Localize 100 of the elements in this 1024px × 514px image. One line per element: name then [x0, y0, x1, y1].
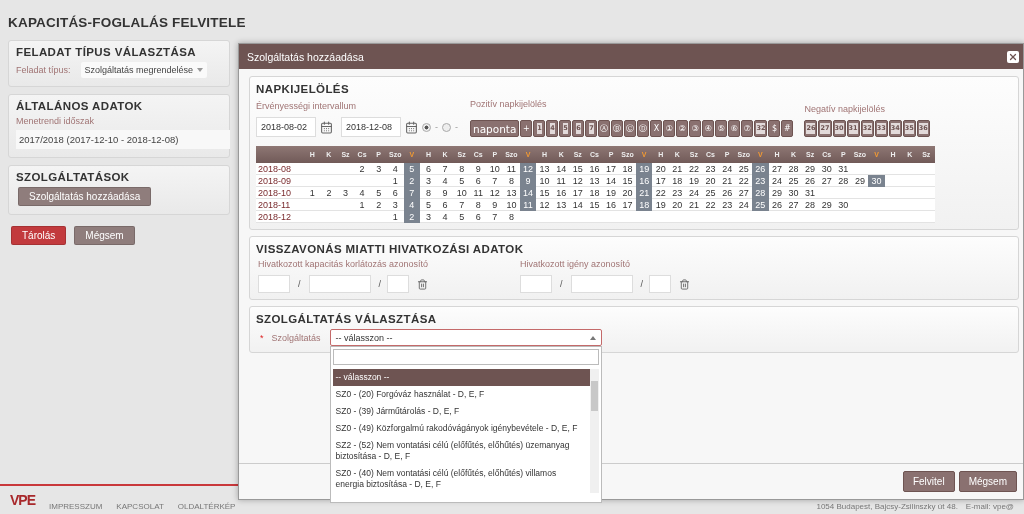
calendar-day[interactable]: 6 [420, 163, 437, 175]
day-marking-button[interactable]: ⑥ [728, 120, 741, 137]
dropdown-option[interactable]: -- válasszon -- [332, 369, 590, 386]
input-field[interactable] [308, 275, 371, 293]
calendar-day[interactable]: 4 [436, 175, 454, 187]
calendar-day[interactable]: 23 [752, 175, 769, 187]
calendar-day[interactable]: 23 [702, 163, 719, 175]
calendar-day[interactable]: 26 [801, 175, 819, 187]
calendar-day[interactable]: 18 [619, 163, 636, 175]
calendar-icon[interactable] [405, 120, 418, 134]
calendar-day[interactable]: 28 [835, 175, 852, 187]
day-marking-button[interactable]: + [520, 120, 533, 137]
calendar-day[interactable]: 21 [635, 187, 653, 199]
calendar-day[interactable]: 30 [868, 175, 885, 187]
day-marking-button[interactable]: Ⓐ [598, 120, 611, 137]
calendar-day[interactable]: 19 [685, 175, 703, 187]
calendar-day[interactable]: 6 [436, 199, 454, 211]
calendar-day[interactable]: 9 [469, 163, 487, 175]
scrollbar[interactable] [589, 369, 599, 493]
calendar-day[interactable]: 12 [519, 163, 537, 175]
calendar-day[interactable]: 21 [718, 175, 736, 187]
calendar-day[interactable]: 15 [586, 199, 603, 211]
calendar-day[interactable]: 31 [835, 163, 852, 175]
calendar-day[interactable]: 24 [718, 163, 736, 175]
calendar-day[interactable]: 6 [386, 187, 404, 199]
calendar-day[interactable]: 17 [569, 187, 587, 199]
calendar-day[interactable]: 23 [669, 187, 686, 199]
footer-link[interactable]: KAPCSOLAT [116, 501, 164, 511]
calendar-day[interactable]: 26 [752, 163, 769, 175]
calendar-day[interactable]: 30 [785, 187, 802, 199]
calendar-day[interactable]: 17 [619, 199, 636, 211]
calendar-day[interactable]: 8 [453, 163, 470, 175]
calendar-day[interactable]: 2 [353, 163, 371, 175]
calendar-day[interactable]: 31 [801, 187, 819, 199]
calendar-day[interactable]: 13 [503, 187, 520, 199]
calendar-day[interactable]: 15 [569, 163, 587, 175]
service-select[interactable]: -- válasszon -- [329, 329, 602, 346]
calendar-day[interactable]: 13 [586, 175, 603, 187]
trash-icon[interactable] [417, 278, 429, 290]
calendar-day[interactable]: 4 [436, 211, 454, 223]
calendar-day[interactable]: 8 [503, 175, 520, 187]
calendar-day[interactable]: 22 [685, 163, 703, 175]
calendar-day[interactable]: 29 [851, 175, 869, 187]
calendar-day[interactable]: 24 [735, 199, 753, 211]
day-marking-button[interactable]: # [781, 120, 794, 137]
day-marking-button[interactable]: Ⓑ [611, 120, 624, 137]
calendar-day[interactable]: 8 [469, 199, 487, 211]
calendar-day[interactable]: 20 [652, 163, 670, 175]
calendar-day[interactable]: 11 [552, 175, 570, 187]
save-button[interactable]: Tárolás [11, 226, 67, 245]
calendar-day[interactable]: 26 [768, 199, 786, 211]
calendar-day[interactable]: 3 [337, 187, 354, 199]
calendar-day[interactable]: 3 [370, 163, 387, 175]
calendar-day[interactable]: 15 [619, 175, 636, 187]
calendar-day[interactable]: 21 [685, 199, 703, 211]
calendar-day[interactable]: 12 [569, 175, 587, 187]
calendar-day[interactable]: 25 [752, 199, 769, 211]
calendar-day[interactable]: 14 [569, 199, 587, 211]
calendar-day[interactable]: 5 [453, 175, 470, 187]
calendar-day[interactable]: 29 [801, 163, 819, 175]
calendar-day[interactable]: 18 [635, 199, 653, 211]
day-marking-button[interactable]: $ [768, 120, 781, 137]
calendar-day[interactable]: 20 [702, 175, 719, 187]
calendar-day[interactable]: 4 [386, 163, 404, 175]
calendar-day[interactable]: 13 [552, 199, 570, 211]
date-field[interactable]: 2018-08-02 [256, 117, 316, 137]
input-field[interactable] [520, 275, 552, 293]
calendar-day[interactable]: 4 [353, 187, 371, 199]
calendar-day[interactable]: 29 [818, 199, 835, 211]
calendar-day[interactable]: 26 [718, 187, 736, 199]
calendar-day[interactable]: 7 [486, 211, 504, 223]
day-marking-button[interactable]: ① [663, 120, 676, 137]
date-field[interactable]: 2018-12-08 [341, 117, 401, 137]
calendar-day[interactable]: 7 [436, 163, 454, 175]
day-marking-button[interactable]: Ⓓ [637, 120, 650, 137]
calendar-day[interactable]: 19 [635, 163, 653, 175]
footer-link[interactable]: IMPRESSZUM [49, 501, 103, 511]
calendar-day[interactable]: 17 [652, 175, 670, 187]
calendar-day[interactable]: 10 [536, 175, 553, 187]
calendar-day[interactable]: 27 [818, 175, 835, 187]
cancel-button[interactable]: Mégsem [74, 226, 135, 245]
calendar-day[interactable]: 16 [552, 187, 570, 199]
calendar-day[interactable]: 27 [735, 187, 753, 199]
calendar-day[interactable]: 1 [353, 199, 371, 211]
calendar-day[interactable]: 27 [785, 199, 802, 211]
calendar-day[interactable]: 30 [818, 163, 835, 175]
calendar-day[interactable]: 3 [420, 211, 437, 223]
calendar-day[interactable]: 8 [420, 187, 437, 199]
calendar-day[interactable]: 24 [768, 175, 786, 187]
calendar-day[interactable]: 7 [453, 199, 470, 211]
calendar-day[interactable]: 16 [602, 199, 620, 211]
calendar-day[interactable]: 2 [403, 211, 421, 223]
day-marking-button[interactable]: ② [676, 120, 689, 137]
calendar-icon[interactable] [320, 120, 333, 134]
calendar-day[interactable]: 28 [801, 199, 819, 211]
calendar-day[interactable]: 20 [619, 187, 636, 199]
input-field[interactable] [387, 275, 410, 293]
calendar-day[interactable]: 19 [602, 187, 620, 199]
calendar-day[interactable]: 9 [486, 199, 504, 211]
calendar-day[interactable]: 13 [536, 163, 553, 175]
